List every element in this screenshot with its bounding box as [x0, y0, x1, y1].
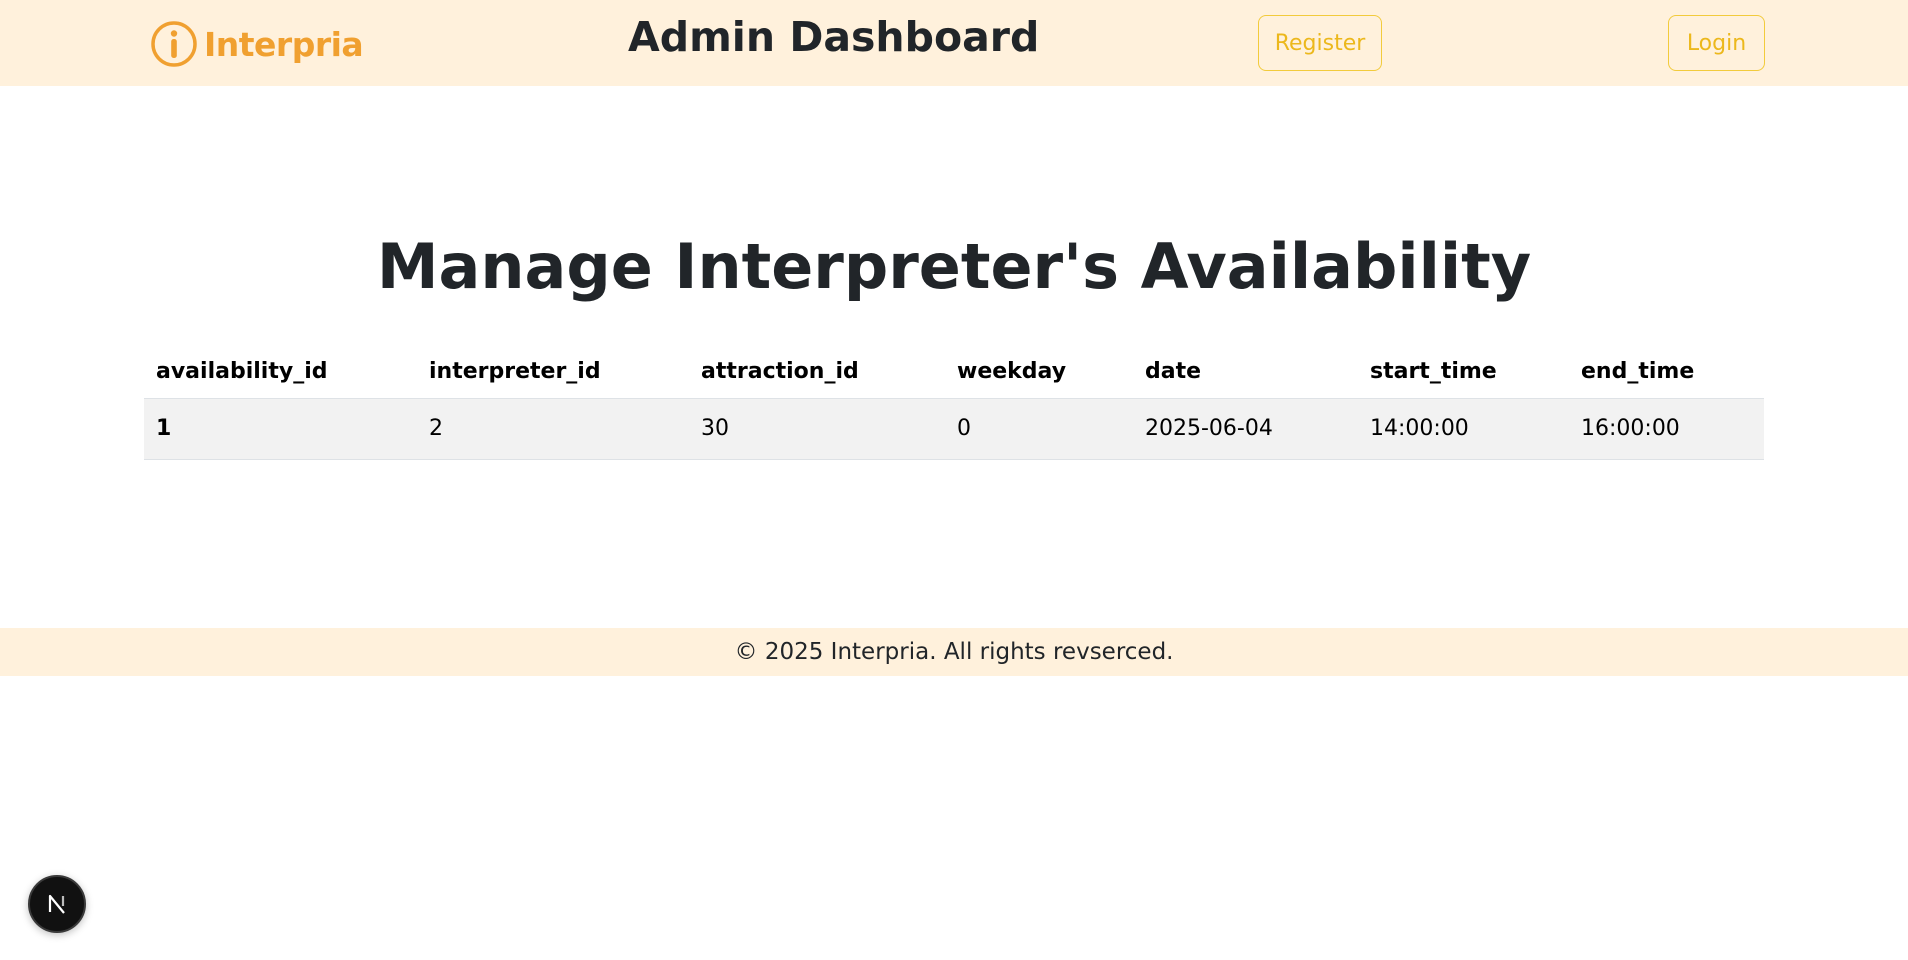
- table-header-row: availability_id interpreter_id attractio…: [144, 346, 1764, 399]
- copyright-text: © 2025 Interpria. All rights revserced.: [734, 639, 1174, 665]
- login-button[interactable]: Login: [1668, 15, 1765, 71]
- column-header-interpreter-id: interpreter_id: [417, 346, 689, 399]
- cell-start-time: 14:00:00: [1358, 398, 1569, 460]
- availability-table: availability_id interpreter_id attractio…: [144, 346, 1764, 460]
- info-circle-icon: [151, 21, 197, 67]
- column-header-start-time: start_time: [1358, 346, 1569, 399]
- table-row[interactable]: 1 2 30 0 2025-06-04 14:00:00 16:00:00: [144, 398, 1764, 460]
- cell-weekday: 0: [945, 398, 1133, 460]
- cell-date: 2025-06-04: [1133, 398, 1358, 460]
- nextjs-dev-badge[interactable]: [28, 875, 86, 933]
- cell-end-time: 16:00:00: [1569, 398, 1764, 460]
- logo-text: Interpria: [204, 24, 364, 64]
- column-header-end-time: end_time: [1569, 346, 1764, 399]
- cell-attraction-id: 30: [689, 398, 945, 460]
- cell-interpreter-id: 2: [417, 398, 689, 460]
- register-button[interactable]: Register: [1258, 15, 1382, 71]
- column-header-availability-id: availability_id: [144, 346, 417, 399]
- top-navbar: Interpria Admin Dashboard Register Login: [0, 0, 1908, 86]
- column-header-attraction-id: attraction_id: [689, 346, 945, 399]
- column-header-date: date: [1133, 346, 1358, 399]
- nextjs-logo-icon: [48, 894, 65, 914]
- column-header-weekday: weekday: [945, 346, 1133, 399]
- page-title: Admin Dashboard: [628, 13, 1040, 61]
- cell-availability-id: 1: [144, 398, 417, 460]
- brand-logo[interactable]: Interpria: [150, 19, 364, 69]
- footer: © 2025 Interpria. All rights revserced.: [0, 628, 1908, 676]
- section-heading: Manage Interpreter's Availability: [376, 230, 1532, 303]
